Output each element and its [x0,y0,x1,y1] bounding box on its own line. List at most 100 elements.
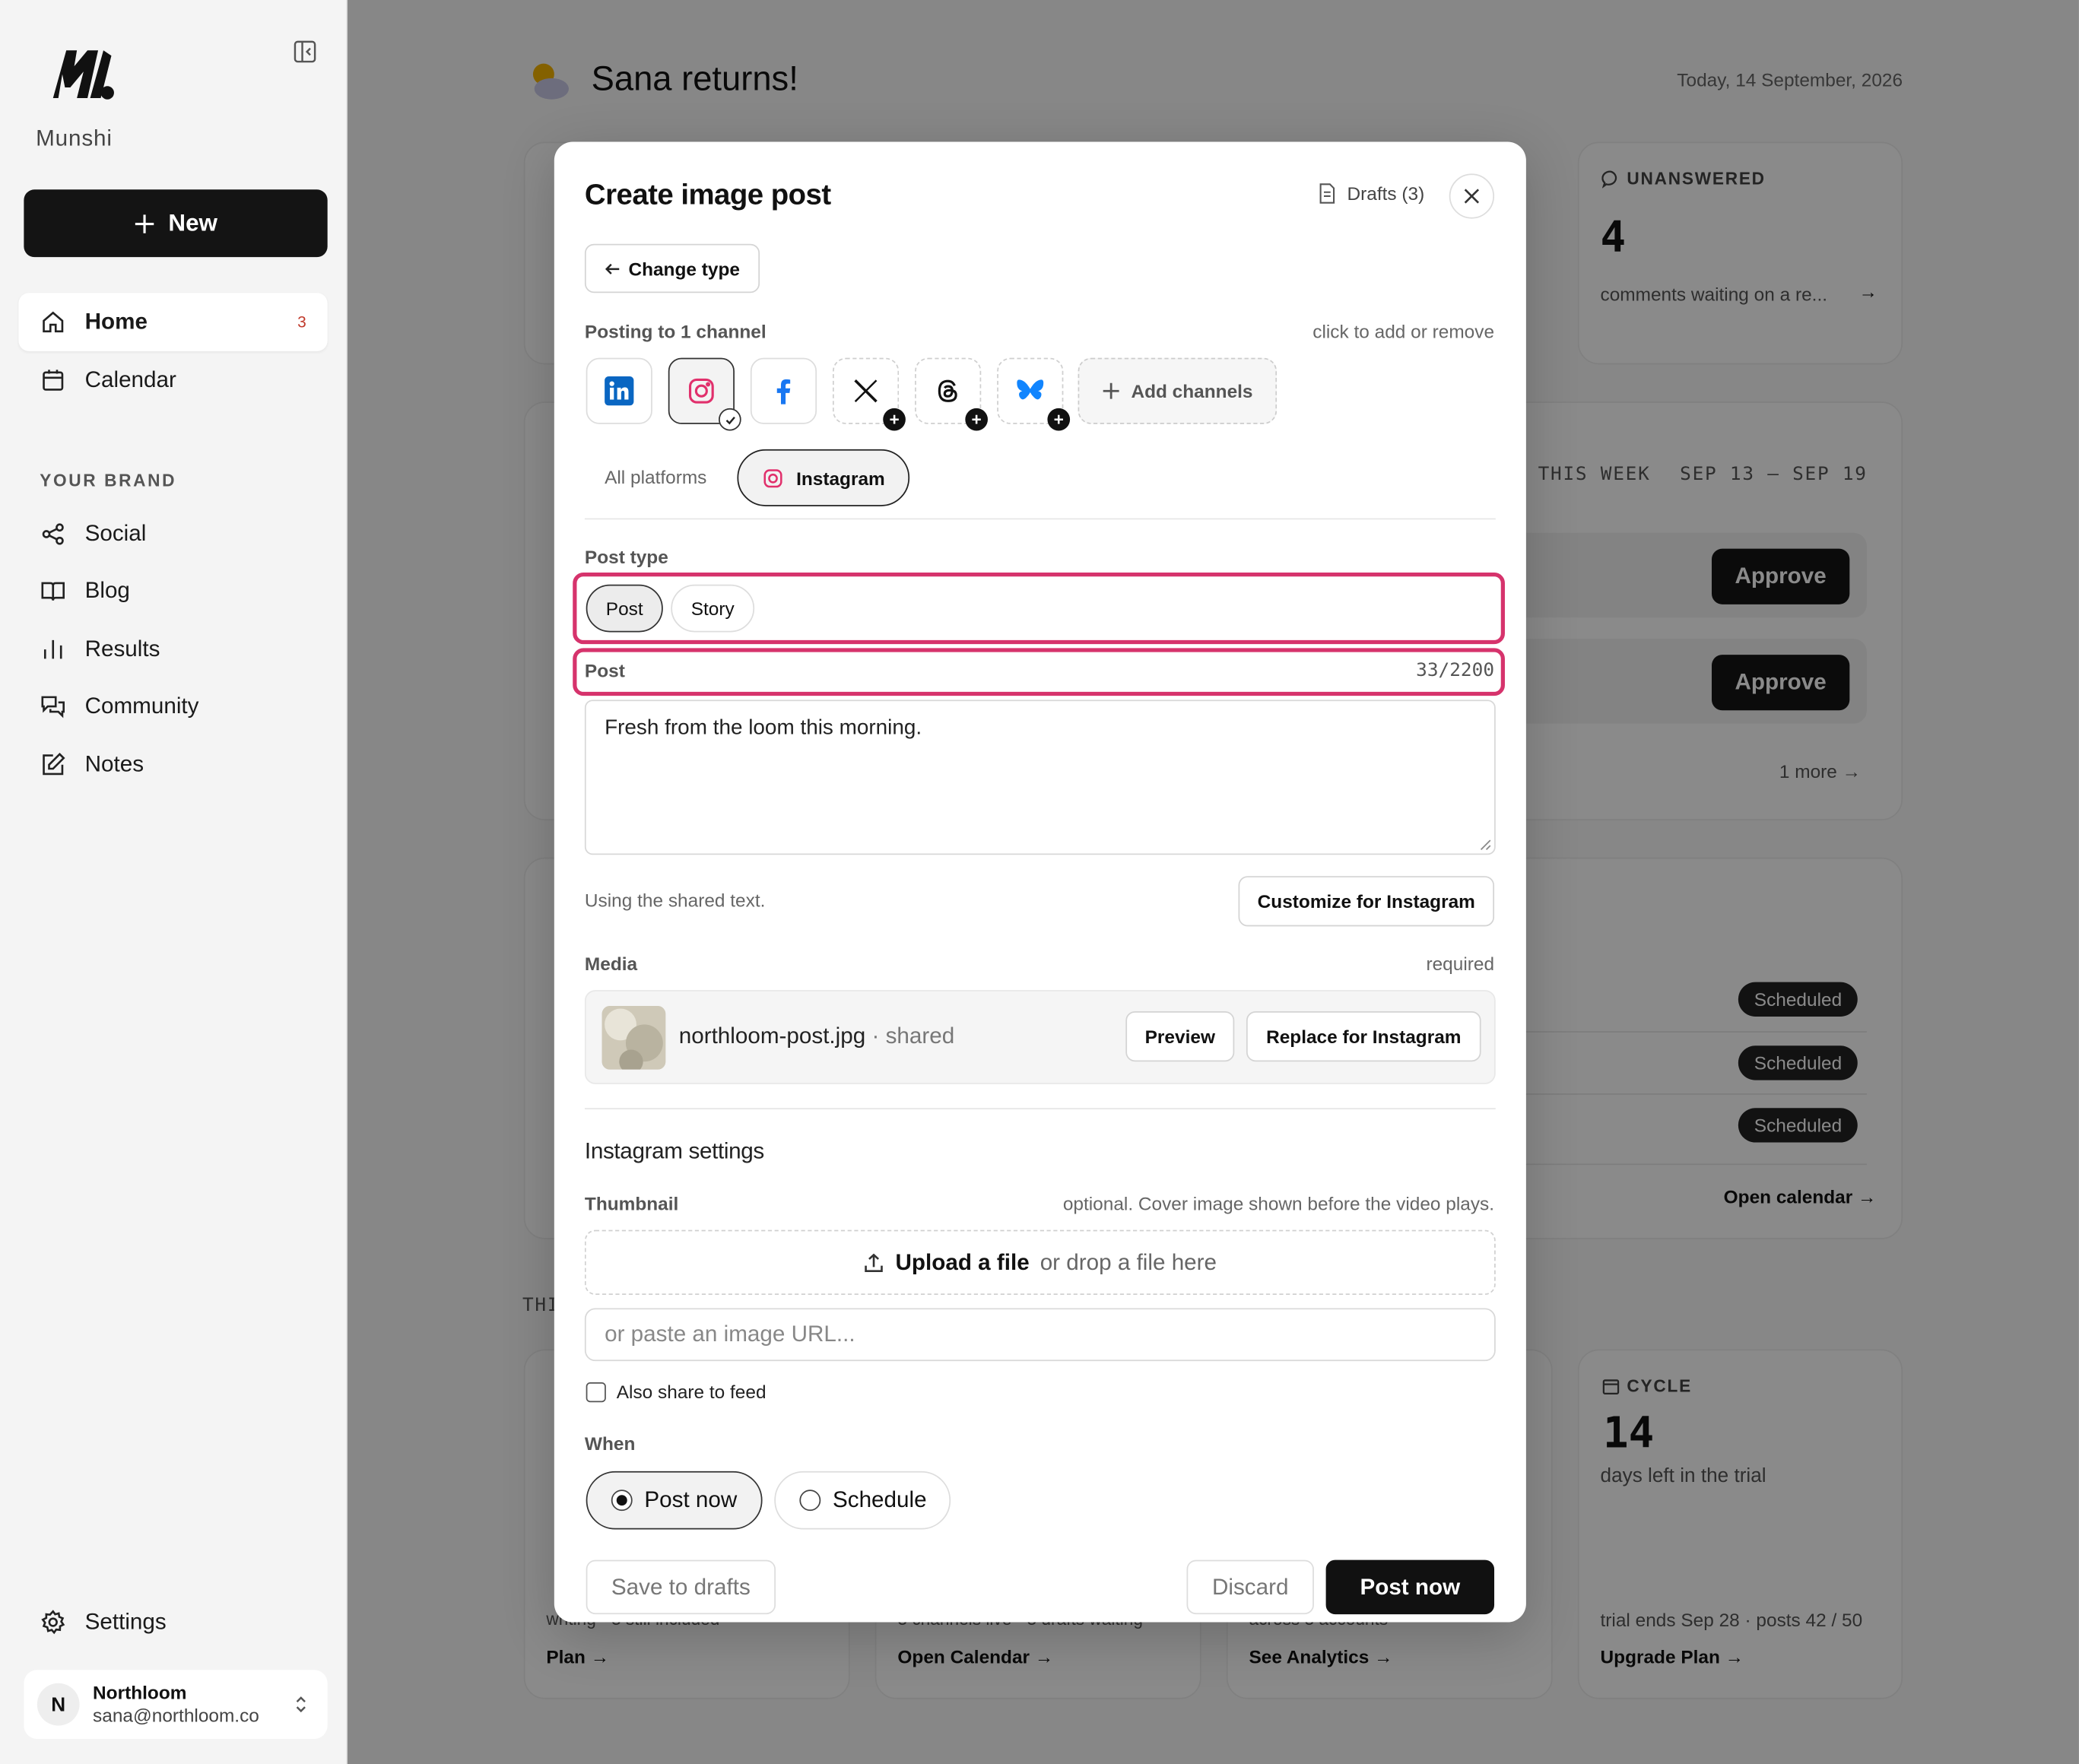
radio-button [799,1490,821,1512]
sidebar-item-results[interactable]: Results [18,620,327,679]
gear-icon [41,1610,65,1635]
shared-text-hint: Using the shared text. [584,889,766,911]
sidebar-item-calendar[interactable]: Calendar [18,351,327,410]
document-icon [1319,183,1335,204]
collapse-sidebar-icon[interactable] [292,39,319,65]
share-icon [42,523,64,545]
channel-x[interactable]: + [832,357,906,431]
discard-button[interactable]: Discard [1186,1559,1314,1615]
upload-dropzone[interactable]: Upload a file or drop a file here [584,1229,1496,1296]
posting-to-label: Posting to 1 channel [584,320,767,342]
when-post-now[interactable]: Post now [586,1471,763,1530]
post-textarea[interactable]: Fresh from the loom this morning. [584,700,1496,855]
drafts-button[interactable]: Drafts (3) [1318,183,1424,204]
sidebar-item-label: Home [84,309,148,335]
media-filename: northloom-post.jpg · shared [678,1023,955,1049]
sidebar-item-social[interactable]: Social [18,505,327,563]
instagram-icon [763,468,782,487]
resize-handle-icon[interactable] [1480,839,1492,851]
threads-icon [938,379,957,402]
channel-threads[interactable]: + [915,357,988,431]
media-thumbnail [601,1006,666,1070]
book-icon [41,582,65,601]
plus-icon [1103,382,1119,399]
sidebar-item-blog[interactable]: Blog [18,562,327,620]
section-label-your-brand: YOUR BRAND [40,470,177,490]
arrow-left-icon [605,263,620,274]
tab-all-platforms[interactable]: All platforms [605,467,706,488]
share-feed-checkbox[interactable] [586,1382,606,1403]
image-url-input[interactable]: or paste an image URL... [584,1308,1496,1362]
when-schedule[interactable]: Schedule [774,1471,951,1530]
upload-icon [865,1252,884,1272]
brand-name: Munshi [36,125,113,151]
sidebar-item-label: Blog [84,577,130,604]
media-item: northloom-post.jpg · shared Preview Repl… [584,990,1496,1084]
facebook-icon [776,379,791,405]
change-type-button[interactable]: Change type [584,243,760,293]
channel-bluesky[interactable]: + [997,357,1071,431]
avatar: N [37,1683,80,1726]
add-channels-button[interactable]: Add channels [1078,357,1278,424]
media-required: required [1426,953,1495,975]
channel-facebook[interactable] [750,357,817,424]
customize-button[interactable]: Customize for Instagram [1238,876,1495,927]
bluesky-icon [1017,379,1044,400]
plus-icon: + [1047,408,1071,431]
munshi-logo [52,50,114,100]
chat-icon [41,696,65,719]
plus-icon: + [883,408,906,431]
home-badge: 3 [297,313,306,332]
share-feed-label: Also share to feed [616,1381,767,1403]
sidebar-item-label: Settings [84,1609,167,1635]
thumbnail-label: Thumbnail [584,1192,679,1214]
bar-chart-icon [43,639,62,659]
post-label: Post [584,660,625,681]
edit-icon [43,752,65,776]
sidebar-item-settings[interactable]: Settings [18,1593,327,1651]
modal-title: Create image post [584,177,831,211]
sidebar: Munshi New Home 3 Calendar YOUR BRAND So… [0,0,348,1764]
instagram-icon [688,378,714,404]
calendar-icon [43,370,64,391]
account-switcher[interactable]: N Northloom sana@northloom.co [24,1670,328,1739]
radio-button [611,1490,633,1512]
close-icon [1464,189,1480,204]
sidebar-item-label: Social [84,521,147,547]
check-icon [719,408,741,431]
sidebar-item-label: Notes [84,751,144,777]
channel-linkedin[interactable] [586,357,652,424]
create-post-modal: Create image post Drafts (3) Change type… [554,141,1526,1623]
account-email: sana@northloom.co [93,1704,259,1726]
when-label: When [584,1432,636,1455]
replace-button[interactable]: Replace for Instagram [1246,1010,1481,1062]
sidebar-item-notes[interactable]: Notes [18,735,327,794]
media-label: Media [584,953,638,975]
char-count: 33/2200 [1416,660,1495,681]
post-type-story[interactable]: Story [671,584,755,633]
new-button[interactable]: New [24,189,328,258]
channel-instagram[interactable] [668,357,741,431]
account-name: Northloom [93,1681,187,1703]
post-type-post[interactable]: Post [586,584,663,633]
post-type-label: Post type [584,546,668,568]
tab-instagram[interactable]: Instagram [737,449,910,506]
post-now-button[interactable]: Post now [1325,1559,1495,1615]
chevron-up-down-icon [296,1696,306,1713]
sidebar-item-community[interactable]: Community [18,677,327,736]
preview-button[interactable]: Preview [1125,1010,1235,1062]
sidebar-item-label: Results [84,636,160,662]
home-icon [43,311,64,333]
plus-icon [135,214,154,233]
plus-icon: + [965,408,988,431]
close-button[interactable] [1449,173,1495,219]
instagram-settings-title: Instagram settings [584,1138,764,1164]
posting-hint: click to add or remove [1312,320,1495,342]
new-button-label: New [168,209,217,236]
linkedin-icon [605,376,634,406]
sidebar-item-label: Calendar [84,366,176,392]
save-drafts-button[interactable]: Save to drafts [586,1559,776,1615]
sidebar-item-home[interactable]: Home 3 [18,293,328,351]
x-icon [854,379,878,403]
thumbnail-hint: optional. Cover image shown before the v… [1062,1192,1495,1214]
